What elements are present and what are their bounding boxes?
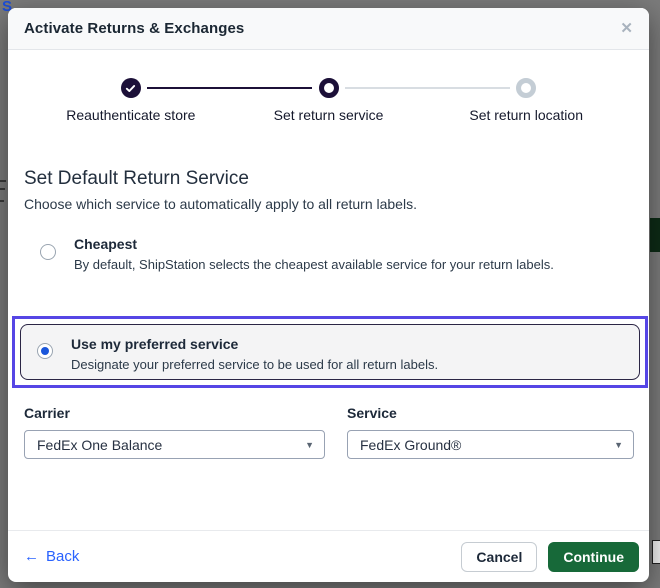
page-subtitle: Choose which service to automatically ap… [24,196,417,212]
modal-title: Activate Returns & Exchanges [24,20,245,37]
radio-option-use-preferred-service[interactable]: Use my preferred service Designate your … [20,324,640,380]
carrier-select[interactable]: FedEx One Balance ▼ [24,430,325,459]
wizard-stepper: Reauthenticate store Set return service … [32,78,625,140]
activate-returns-modal: Activate Returns & Exchanges ✕ Reauthent… [8,8,649,582]
option-description: Designate your preferred service to be u… [71,357,439,372]
step-label: Set return service [273,107,384,123]
radio-button-selected[interactable] [37,343,53,359]
back-arrow-icon: ← [24,548,39,565]
back-link-label: Back [46,548,80,565]
background-fragment [0,200,4,202]
option-label: Use my preferred service [71,336,239,352]
stepper-step-set-return-service: Set return service [230,78,428,123]
step-label: Set return location [469,107,583,123]
stepper-step-set-return-location: Set return location [427,78,625,123]
modal-header: Activate Returns & Exchanges ✕ [8,8,649,50]
service-label: Service [347,405,397,421]
radio-option-cheapest[interactable]: Cheapest By default, ShipStation selects… [24,236,633,272]
service-select[interactable]: FedEx Ground® ▼ [347,430,634,459]
step-label: Reauthenticate store [66,107,196,123]
check-icon [120,78,141,98]
upcoming-step-icon [516,78,537,98]
radio-button-unselected[interactable] [40,244,56,260]
background-fragment [652,540,660,564]
option-label: Cheapest [74,236,138,252]
carrier-selected-value: FedEx One Balance [37,436,163,453]
chevron-down-icon: ▼ [305,439,314,450]
background-green-button-fragment [650,218,660,252]
page-title: Set Default Return Service [24,168,249,189]
option-description: By default, ShipStation selects the chea… [74,257,554,272]
modal-footer: ← Back Cancel Continue [8,530,649,582]
stepper-step-reauthenticate-store: Reauthenticate store [32,78,230,123]
current-step-icon [318,78,339,98]
carrier-label: Carrier [24,405,70,421]
carrier-service-form-row: Carrier FedEx One Balance ▼ Service FedE… [24,405,634,459]
close-icon[interactable]: ✕ [620,21,633,36]
service-selected-value: FedEx Ground® [360,436,462,453]
background-fragment [0,180,6,182]
modal-body: Reauthenticate store Set return service … [8,50,649,582]
cancel-button[interactable]: Cancel [461,541,538,572]
back-link[interactable]: ← Back [24,548,79,565]
background-fragment [0,188,5,190]
chevron-down-icon: ▼ [614,439,623,450]
continue-button[interactable]: Continue [548,541,639,572]
